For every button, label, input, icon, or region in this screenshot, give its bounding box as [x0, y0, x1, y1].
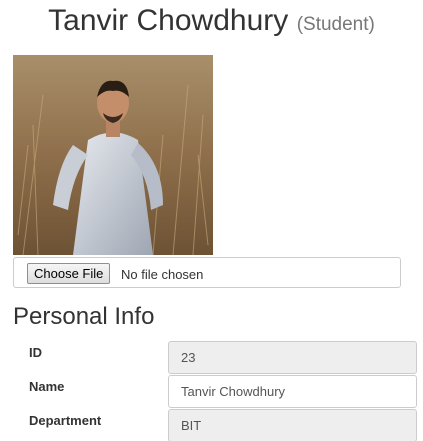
file-status-text: No file chosen: [121, 267, 204, 282]
field-label-name: Name: [29, 379, 65, 394]
profile-photo: [13, 55, 213, 255]
profile-name: Tanvir Chowdhury: [48, 4, 289, 37]
file-upload-field: Choose File No file chosen: [13, 257, 401, 288]
department-field[interactable]: [168, 409, 417, 441]
choose-file-button[interactable]: Choose File: [27, 263, 111, 284]
page-title: Tanvir Chowdhury (Student): [0, 4, 423, 38]
name-field[interactable]: [168, 375, 417, 408]
profile-page: Tanvir Chowdhury (Student) Choose File N…: [0, 0, 423, 441]
profile-role: (Student): [296, 14, 375, 35]
id-field[interactable]: [168, 341, 417, 374]
field-label-department: Department: [29, 413, 102, 428]
profile-photo-image: [13, 55, 213, 255]
field-label-id: ID: [29, 345, 42, 360]
section-title-personal-info: Personal Info: [13, 303, 155, 330]
